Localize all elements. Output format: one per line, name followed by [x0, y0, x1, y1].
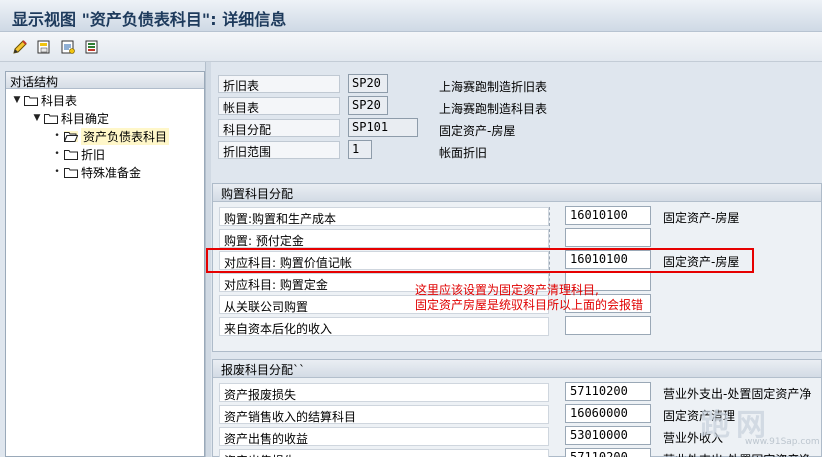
account-determination-label: 科目分配 [218, 119, 340, 137]
document-list-icon[interactable] [83, 38, 101, 56]
folder-icon [24, 95, 38, 106]
chart-of-depreciation-value: SP20 [348, 74, 388, 93]
acquisition-cost-desc: 固定资产-房屋 [663, 211, 740, 225]
down-payment-desc [663, 229, 818, 248]
field-separator [549, 229, 550, 248]
tree-item-label: 科目表 [41, 93, 78, 108]
tree-toggle[interactable]: ▼ [32, 113, 42, 123]
tree-item-label: 资产负债表科目 [81, 127, 170, 145]
toolbar [0, 32, 822, 62]
tree-item-special-reserves[interactable]: • 特殊准备金 [52, 163, 141, 181]
annotation-line: 固定资产房屋是统驭科目所以上面的会报错 [415, 298, 644, 312]
sale-loss-label: 资产出售损失 [219, 449, 549, 457]
capitalization-revenue-desc [663, 317, 818, 336]
acquisition-cost-label: 购置:购置和生产成本 [219, 207, 549, 226]
chart-of-accounts-label: 帐目表 [218, 97, 340, 115]
document-page-icon[interactable] [59, 38, 77, 56]
tree-bullet: • [54, 167, 60, 177]
account-determination-desc: 固定资产-房屋 [439, 124, 516, 138]
sale-gain-label: 资产出售的收益 [219, 427, 549, 446]
depreciation-area-label: 折旧范围 [218, 141, 340, 159]
sale-loss-desc: 营业外支出-处置固定资产净 [663, 449, 818, 457]
retirement-loss-label: 资产报废损失 [219, 383, 549, 402]
annotation-line: 这里应该设置为固定资产清理科目, [415, 283, 599, 297]
document-save-icon[interactable] [35, 38, 53, 56]
dialog-structure-pane: 对话结构 ▼ 科目表 ▼ 科目确定 • 资产负债表科目 • 折旧 • 特殊准备金 [5, 71, 205, 457]
acquisition-cost-field[interactable]: 16010100 [565, 206, 651, 225]
dialog-structure-header: 对话结构 [6, 72, 204, 89]
open-folder-icon [64, 130, 78, 142]
tree-item-chart-of-accounts[interactable]: ▼ 科目表 [12, 91, 77, 109]
tree-toggle[interactable]: ▼ [12, 95, 22, 105]
chart-of-depreciation-label: 折旧表 [218, 75, 340, 93]
folder-icon [64, 167, 78, 178]
capitalization-revenue-field[interactable] [565, 316, 651, 335]
sales-clearing-label: 资产销售收入的结算科目 [219, 405, 549, 424]
sale-gain-field[interactable]: 53010000 [565, 426, 651, 445]
offset-down-payment-desc [663, 273, 818, 292]
tree-item-label: 折旧 [81, 147, 106, 162]
depreciation-area-value: 1 [348, 140, 372, 159]
chart-of-accounts-value: SP20 [348, 96, 388, 115]
group-title: 购置科目分配 [213, 184, 821, 202]
tree-item-balance-sheet-accounts[interactable]: • 资产负债表科目 [52, 127, 170, 145]
down-payment-field[interactable] [565, 228, 651, 247]
edit-pencil-icon[interactable] [11, 38, 29, 56]
tree-item-label: 特殊准备金 [81, 165, 142, 180]
capitalization-revenue-label: 来自资本后化的收入 [219, 317, 549, 336]
down-payment-label: 购置: 预付定金 [219, 229, 549, 248]
depreciation-area-desc: 帐面折旧 [439, 146, 488, 160]
chart-of-accounts-desc: 上海赛跑制造科目表 [439, 102, 548, 116]
watermark-url: www.91Sap.com [745, 437, 820, 447]
sale-loss-field[interactable]: 57110200 [565, 448, 651, 457]
folder-icon [44, 113, 58, 124]
sales-clearing-field[interactable]: 16060000 [565, 404, 651, 423]
chart-of-depreciation-desc: 上海赛跑制造折旧表 [439, 80, 548, 94]
group-title: 报废科目分配`` [213, 360, 821, 378]
folder-icon [64, 149, 78, 160]
tree-item-account-determination[interactable]: ▼ 科目确定 [32, 109, 109, 127]
highlight-box [206, 248, 754, 273]
field-separator [549, 207, 550, 226]
account-determination-value: SP101 [348, 118, 418, 137]
tree-bullet: • [54, 149, 60, 159]
affiliated-acquisition-desc [663, 295, 818, 314]
retirement-loss-field[interactable]: 57110200 [565, 382, 651, 401]
title-bar: 显示视图 "资产负债表科目": 详细信息 [0, 0, 822, 32]
tree-item-label: 科目确定 [61, 111, 110, 126]
tree-bullet: • [54, 131, 60, 141]
tree-item-depreciation[interactable]: • 折旧 [52, 145, 105, 163]
window-title: 显示视图 "资产负债表科目": 详细信息 [12, 10, 287, 29]
annotation-note: 这里应该设置为固定资产清理科目, 固定资产房屋是统驭科目所以上面的会报错 [415, 283, 643, 313]
